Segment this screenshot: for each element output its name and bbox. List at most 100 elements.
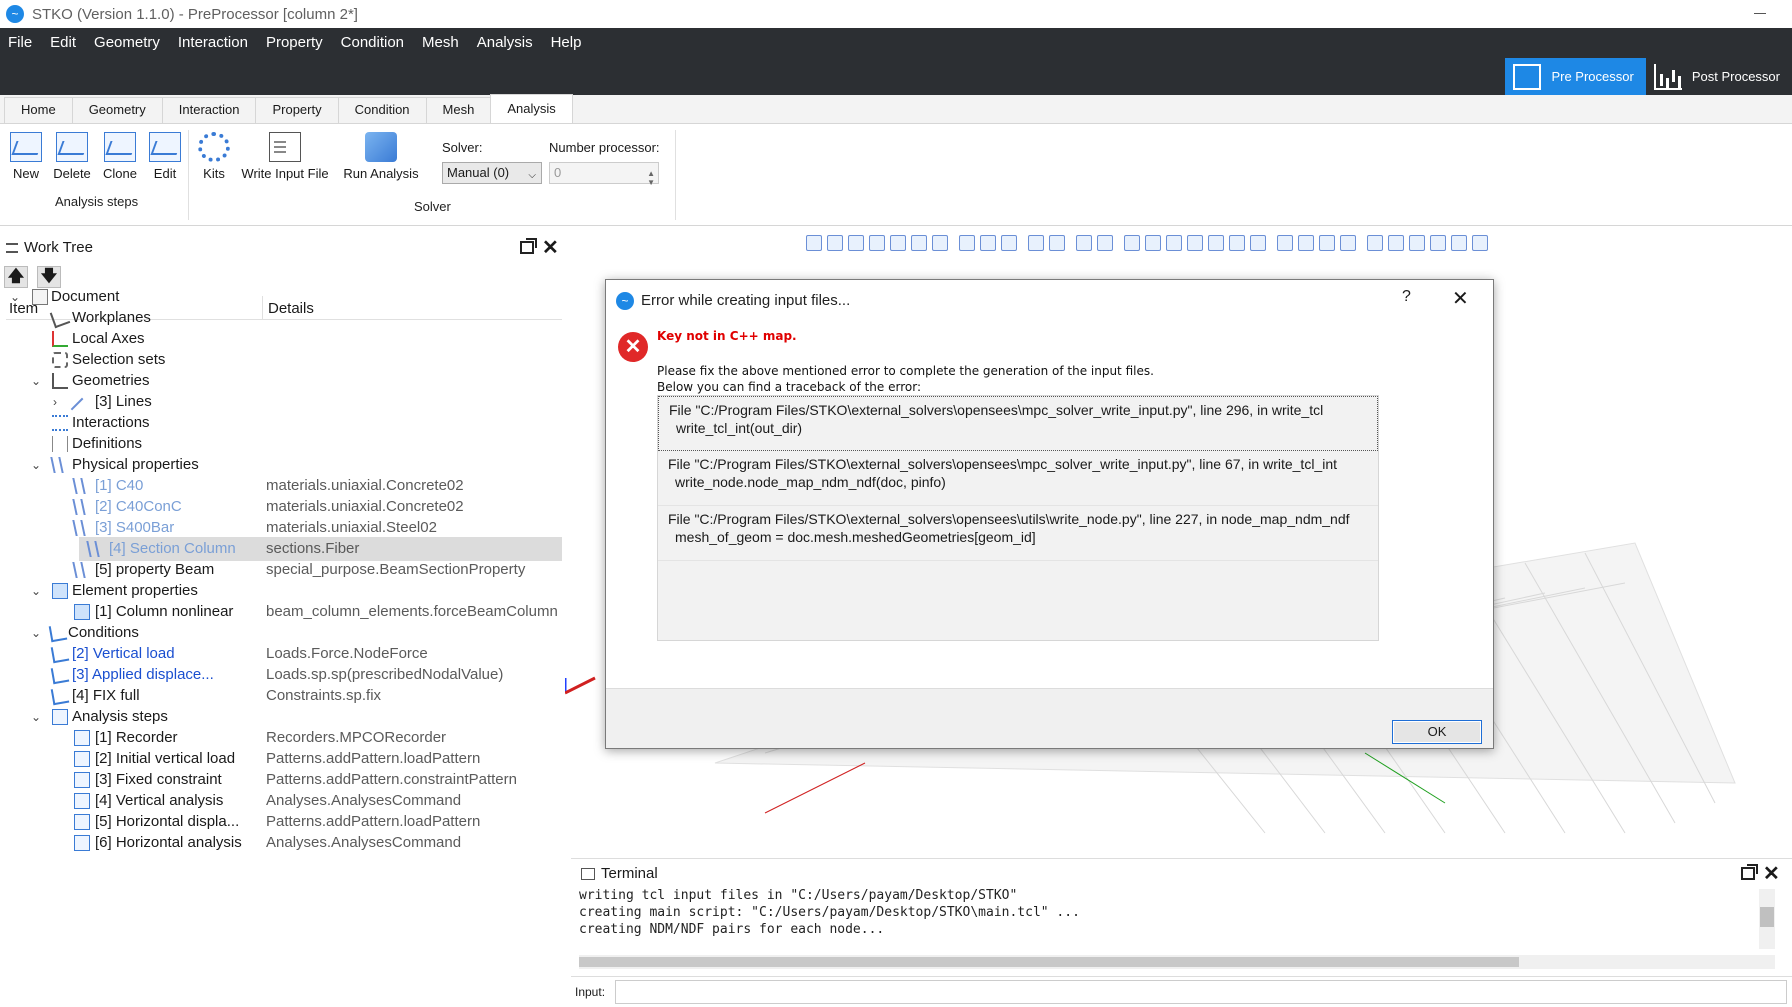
close-panel-icon[interactable]: ✕ <box>542 238 559 258</box>
tab-condition[interactable]: Condition <box>337 97 427 123</box>
work-tree-title: Work Tree <box>24 239 93 256</box>
traceback-file: File "C:/Program Files/STKO\external_sol… <box>669 402 1324 418</box>
analysis-step-icon <box>74 772 90 788</box>
layer-3-icon[interactable] <box>1409 235 1425 251</box>
view-right-icon[interactable] <box>890 235 906 251</box>
grid-toggle-icon[interactable] <box>1187 235 1203 251</box>
tab-geometry[interactable]: Geometry <box>71 97 163 123</box>
perspective-icon[interactable] <box>1028 235 1044 251</box>
tab-home[interactable]: Home <box>4 97 73 123</box>
render-edges-icon[interactable] <box>1298 235 1314 251</box>
traceback-item[interactable]: File "C:/Program Files/STKO\external_sol… <box>658 506 1378 561</box>
axes-icon[interactable] <box>1208 235 1224 251</box>
grid-icon[interactable] <box>1166 235 1182 251</box>
menu-geometry[interactable]: Geometry <box>85 28 169 58</box>
terminal-horizontal-scrollbar[interactable] <box>579 955 1775 969</box>
terminal-title: Terminal <box>601 865 658 882</box>
traceback-item[interactable]: File "C:/Program Files/STKO\external_sol… <box>658 451 1378 506</box>
view-back-icon[interactable] <box>848 235 864 251</box>
terminal-vertical-scrollbar[interactable] <box>1759 889 1775 949</box>
tab-property[interactable]: Property <box>255 97 339 123</box>
title-bar: ~ STKO (Version 1.1.0) - PreProcessor [c… <box>0 0 1792 28</box>
run-analysis-button[interactable]: Run Analysis <box>343 132 419 181</box>
view-bottom-icon[interactable] <box>932 235 948 251</box>
layer-5-icon[interactable] <box>1451 235 1467 251</box>
tab-analysis[interactable]: Analysis <box>490 94 573 123</box>
menu-mesh[interactable]: Mesh <box>413 28 468 58</box>
menu-file[interactable]: File <box>0 28 41 58</box>
layer-2-icon[interactable] <box>1388 235 1404 251</box>
render-surface-icon[interactable] <box>1319 235 1335 251</box>
scroll-thumb[interactable] <box>579 957 1519 967</box>
post-processor-button[interactable]: Post Processor <box>1646 58 1792 95</box>
kits-label: Kits <box>203 166 225 181</box>
close-panel-icon[interactable]: ✕ <box>1763 864 1780 884</box>
delete-step-button[interactable]: Delete <box>52 132 92 181</box>
visibility-icon[interactable] <box>959 235 975 251</box>
menu-property[interactable]: Property <box>257 28 332 58</box>
view-top-icon[interactable] <box>911 235 927 251</box>
dialog-title-bar: ~ Error while creating input files... ? … <box>606 280 1493 320</box>
write-input-file-button[interactable]: Write Input File <box>240 132 330 181</box>
selection-box-icon[interactable] <box>1229 235 1245 251</box>
section-icon <box>86 541 100 557</box>
interactions-icon <box>52 415 68 431</box>
show-icon[interactable] <box>980 235 996 251</box>
help-button[interactable]: ? <box>1402 288 1411 306</box>
terminal-input-field[interactable] <box>615 980 1787 1004</box>
selection-mode-icon[interactable] <box>1250 235 1266 251</box>
close-dialog-button[interactable]: ✕ <box>1452 286 1469 311</box>
scroll-thumb[interactable] <box>1760 907 1774 927</box>
analysis-steps-icon <box>52 709 68 725</box>
solver-select[interactable]: Manual (0) ⌵ <box>442 162 542 184</box>
info-line-2: Below you can find a traceback of the er… <box>657 380 921 394</box>
view-iso-icon[interactable] <box>806 235 822 251</box>
terminal-input-row: Input: <box>571 976 1792 1006</box>
edit-step-button[interactable]: Edit <box>148 132 182 181</box>
layer-6-icon[interactable] <box>1472 235 1488 251</box>
zoom-icon[interactable] <box>1097 235 1113 251</box>
number-processor-label: Number processor: <box>549 140 660 155</box>
pre-processor-button[interactable]: Pre Processor <box>1505 58 1646 95</box>
layer-4-icon[interactable] <box>1430 235 1446 251</box>
render-wire-icon[interactable] <box>1340 235 1356 251</box>
menu-interaction[interactable]: Interaction <box>169 28 257 58</box>
float-panel-icon[interactable] <box>1741 864 1758 880</box>
info-line-1: Please fix the above mentioned error to … <box>657 364 1154 378</box>
tree-row[interactable]: [6] Horizontal analysis Analyses.Analyses… <box>6 831 562 855</box>
viewport-toolbar <box>806 235 1488 253</box>
spin-down-icon[interactable]: ▼ <box>647 173 655 193</box>
menu-condition[interactable]: Condition <box>332 28 413 58</box>
menu-edit[interactable]: Edit <box>41 28 85 58</box>
measure-icon[interactable] <box>1145 235 1161 251</box>
view-left-icon[interactable] <box>869 235 885 251</box>
kits-button[interactable]: Kits <box>198 132 230 181</box>
dialog-body: ✕ Key not in C++ map. Please fix the abo… <box>606 320 1493 688</box>
zoom-fit-icon[interactable] <box>1076 235 1092 251</box>
traceback-list[interactable]: File "C:/Program Files/STKO\external_sol… <box>657 395 1379 641</box>
float-panel-icon[interactable] <box>520 238 537 254</box>
run-analysis-icon <box>365 132 397 162</box>
tab-interaction[interactable]: Interaction <box>161 97 257 123</box>
view-front-icon[interactable] <box>827 235 843 251</box>
ok-button[interactable]: OK <box>1392 720 1482 744</box>
error-message: Key not in C++ map. <box>657 329 797 343</box>
tab-mesh[interactable]: Mesh <box>425 97 492 123</box>
menu-help[interactable]: Help <box>542 28 591 58</box>
hide-icon[interactable] <box>1001 235 1017 251</box>
number-processor-spinbox[interactable]: 0 ▲ ▼ <box>549 162 659 187</box>
minimize-button[interactable] <box>1752 4 1770 22</box>
layer-1-icon[interactable] <box>1367 235 1383 251</box>
ribbon-separator <box>675 130 676 220</box>
run-analysis-label: Run Analysis <box>343 166 419 181</box>
analysis-step-icon <box>74 814 90 830</box>
menu-analysis[interactable]: Analysis <box>468 28 542 58</box>
render-mode-icon[interactable] <box>1277 235 1293 251</box>
screenshot-icon[interactable] <box>1124 235 1140 251</box>
parallel-icon[interactable] <box>1049 235 1065 251</box>
clone-step-button[interactable]: Clone <box>102 132 138 181</box>
geometries-icon <box>52 373 68 389</box>
dialog-footer: OK <box>606 688 1493 748</box>
traceback-item[interactable]: File "C:/Program Files/STKO\external_sol… <box>658 396 1378 451</box>
new-step-button[interactable]: New <box>10 132 42 181</box>
